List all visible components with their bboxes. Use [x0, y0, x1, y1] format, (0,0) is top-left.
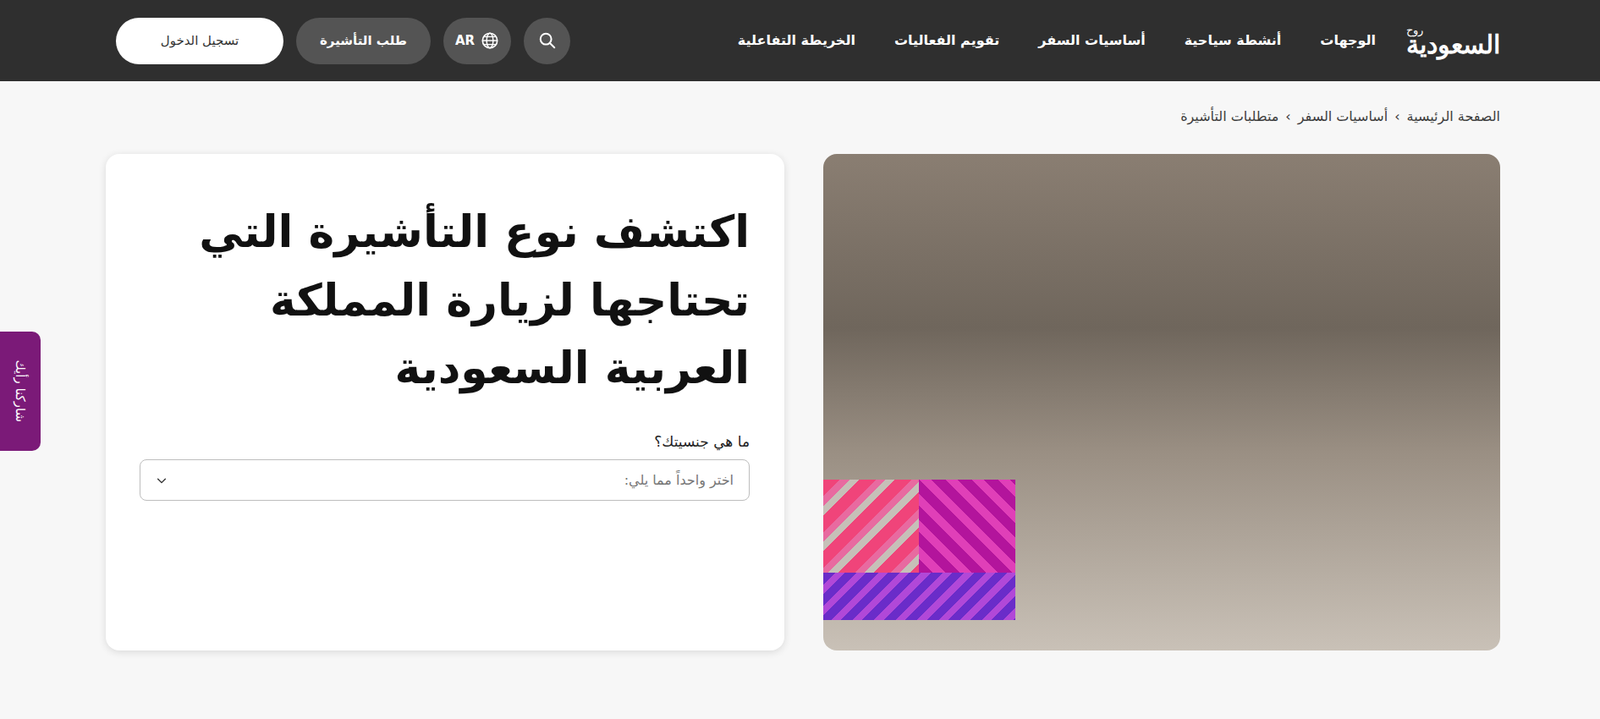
page-content: الصفحة الرئيسية›أساسيات السفر›متطلبات ال… — [0, 81, 1600, 685]
chevron-down-icon — [155, 474, 168, 487]
nav-item: أساسيات السفر — [1038, 30, 1145, 51]
page-title: اكتشف نوع التأشيرة التي تحتاجها لزيارة ا… — [191, 197, 750, 403]
nav-item: الوجهات — [1319, 30, 1376, 51]
breadcrumb-item[interactable]: أساسيات السفر — [1297, 106, 1389, 127]
visa-finder-card: اكتشف نوع التأشيرة التي تحتاجها لزيارة ا… — [105, 153, 785, 651]
hero-section: اكتشف نوع التأشيرة التي تحتاجها لزيارة ا… — [105, 153, 1501, 651]
header-actions: AR طلب التأشيرةتسجيل الدخول — [115, 17, 571, 65]
nav-item: الخريطة التفاعلية — [737, 30, 856, 51]
top-navbar: روحالسعودية الوجهات أنشطة سياحية أساسيات ا… — [0, 0, 1600, 82]
site-logo[interactable]: روحالسعودية — [1406, 24, 1501, 58]
breadcrumb-separator: › — [1285, 106, 1291, 127]
hero-photo — [823, 153, 1501, 651]
select-placeholder: اختر واحداً مما يلي: — [624, 470, 734, 491]
globe-icon — [480, 31, 500, 50]
nav-link[interactable]: الخريطة التفاعلية — [737, 32, 856, 49]
nav-link[interactable]: أساسيات السفر — [1038, 32, 1145, 49]
nav-item: أنشطة سياحية — [1184, 30, 1282, 51]
nationality-label: ما هي جنسيتك؟ — [139, 431, 750, 454]
nav-link[interactable]: تقويم الفعاليات — [894, 32, 1000, 49]
visa-button[interactable]: طلب التأشيرة — [296, 17, 431, 65]
breadcrumb-item: متطلبات التأشيرة — [1180, 106, 1279, 127]
logo-name: السعودية — [1406, 32, 1501, 58]
main-menu: الوجهات أنشطة سياحية أساسيات السفر تقويم ال… — [737, 30, 1376, 51]
search-icon — [538, 31, 557, 50]
search-button[interactable] — [523, 17, 571, 65]
nav-link[interactable]: الوجهات — [1319, 32, 1376, 49]
breadcrumb-separator: › — [1394, 106, 1400, 127]
feedback-tab[interactable]: شاركنا رأيك — [0, 331, 41, 451]
breadcrumb: الصفحة الرئيسية›أساسيات السفر›متطلبات ال… — [105, 81, 1501, 154]
pattern-decoration — [823, 479, 1016, 621]
feedback-label: شاركنا رأيك — [10, 360, 31, 424]
login-button[interactable]: تسجيل الدخول — [115, 17, 284, 65]
nationality-select[interactable]: اختر واحداً مما يلي: — [139, 459, 750, 501]
breadcrumb-item[interactable]: الصفحة الرئيسية — [1407, 106, 1501, 127]
language-button[interactable]: AR — [443, 17, 512, 65]
nav-item: تقويم الفعاليات — [894, 30, 1000, 51]
nav-link[interactable]: أنشطة سياحية — [1184, 32, 1282, 49]
language-label: AR — [455, 31, 475, 51]
